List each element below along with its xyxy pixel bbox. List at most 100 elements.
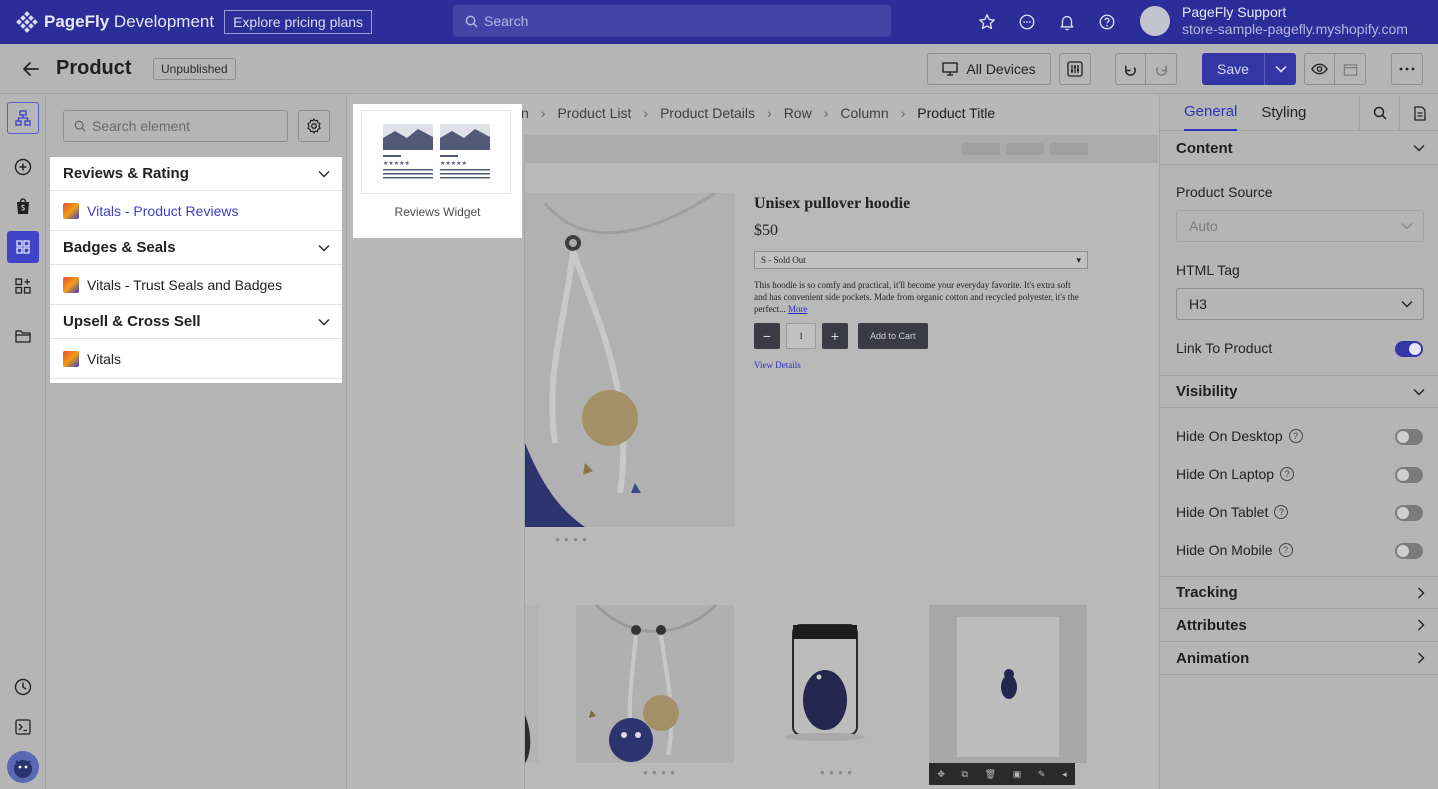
chat-icon[interactable]	[1015, 10, 1039, 34]
save-button[interactable]: Save	[1202, 53, 1265, 85]
product-source-select[interactable]: Auto	[1176, 210, 1424, 242]
star-icon[interactable]	[975, 10, 999, 34]
duplicate-icon[interactable]: ▣	[1013, 769, 1022, 780]
copy-icon[interactable]: ⧉	[962, 769, 968, 780]
settings-sliders-button[interactable]	[1059, 53, 1091, 85]
breadcrumb-item[interactable]: Product List	[557, 105, 631, 121]
product-source-value: Auto	[1189, 218, 1218, 234]
save-options-button[interactable]	[1265, 53, 1296, 85]
rail-shopify-button[interactable]	[7, 190, 39, 222]
rail-apps-button[interactable]	[7, 270, 39, 302]
product-thumb-poster[interactable]	[929, 605, 1087, 763]
more-link[interactable]: More	[788, 304, 808, 314]
product-title[interactable]: Unisex pullover hoodie	[754, 195, 910, 213]
tab-general[interactable]: General	[1184, 95, 1238, 131]
breadcrumb-item[interactable]: Column	[840, 105, 888, 121]
help-icon[interactable]: ?	[1274, 505, 1289, 519]
collapse-icon[interactable]: ◂	[1062, 769, 1067, 780]
help-icon[interactable]: ?	[1288, 429, 1303, 443]
help-icon[interactable]	[1095, 10, 1119, 34]
breadcrumb-item[interactable]: n	[521, 105, 529, 121]
more-horizontal-icon	[1399, 67, 1415, 71]
help-icon[interactable]: ?	[1280, 467, 1295, 481]
qty-minus-button[interactable]: −	[754, 323, 780, 349]
variant-select[interactable]: S - Sold Out ▾	[754, 251, 1088, 269]
undo-icon[interactable]	[1116, 54, 1147, 84]
panel-settings-button[interactable]	[298, 110, 330, 142]
thumb-pagination-dots[interactable]: ● ● ● ●	[820, 768, 853, 777]
product-description[interactable]: This hoodie is so comfy and practical, i…	[754, 279, 1084, 315]
link-to-product-toggle[interactable]	[1395, 341, 1423, 357]
product-thumb-mug[interactable]	[775, 605, 933, 763]
tab-styling[interactable]: Styling	[1261, 95, 1306, 131]
view-details-link[interactable]: View Details	[754, 360, 801, 370]
product-thumb-partial[interactable]	[525, 605, 539, 763]
section-animation[interactable]: Animation	[1160, 642, 1438, 675]
thumb-pagination-dots[interactable]: ● ● ● ●	[643, 768, 676, 777]
grid-icon	[16, 240, 30, 254]
element-vitals-trust-seals[interactable]: Vitals - Trust Seals and Badges	[50, 265, 342, 305]
product-price[interactable]: $50	[754, 222, 778, 240]
search-element-placeholder: Search element	[92, 118, 191, 134]
rail-add-button[interactable]	[7, 151, 39, 183]
chevron-right-icon	[1418, 587, 1425, 598]
page-preview[interactable]: ● ● ● ● Unisex pullover hoodie $50 S - S…	[524, 163, 1158, 789]
explore-pricing-button[interactable]: Explore pricing plans	[224, 10, 373, 34]
breadcrumb-item[interactable]: Product Details	[660, 105, 755, 121]
element-vitals[interactable]: Vitals	[50, 339, 342, 379]
edit-icon[interactable]: ✎	[1038, 769, 1046, 780]
bell-icon[interactable]	[1055, 10, 1079, 34]
hide-mobile-toggle[interactable]	[1395, 543, 1423, 559]
section-tracking[interactable]: Tracking	[1160, 576, 1438, 609]
category-upsell-cross-sell[interactable]: Upsell & Cross Sell	[50, 305, 342, 339]
sitemap-icon	[15, 110, 31, 126]
move-icon[interactable]: ✥	[937, 769, 945, 780]
category-reviews-rating[interactable]: Reviews & Rating	[50, 157, 342, 191]
rail-profile-avatar[interactable]	[7, 751, 39, 783]
qty-input[interactable]: 1	[786, 323, 816, 349]
section-visibility[interactable]: Visibility	[1160, 375, 1438, 408]
breadcrumb-current[interactable]: Product Title	[917, 105, 995, 121]
search-icon[interactable]	[1359, 95, 1399, 131]
chevron-down-icon	[1401, 301, 1413, 308]
section-attributes[interactable]: Attributes	[1160, 609, 1438, 642]
search-element-input[interactable]: Search element	[63, 110, 288, 142]
folder-icon	[15, 330, 31, 343]
image-pagination-dots[interactable]: ● ● ● ●	[555, 535, 588, 544]
hide-desktop-toggle[interactable]	[1395, 429, 1423, 445]
page-toolbar: Product Unpublished All Devices Save	[0, 44, 1438, 94]
monitor-icon	[942, 62, 959, 76]
eye-icon[interactable]	[1305, 54, 1336, 84]
redo-icon[interactable]	[1146, 54, 1176, 84]
add-to-cart-button[interactable]: Add to Cart	[858, 323, 928, 349]
user-store: store-sample-pagefly.myshopify.com	[1182, 21, 1408, 37]
document-icon[interactable]	[1399, 95, 1438, 131]
shopify-bag-icon	[17, 198, 29, 214]
section-content[interactable]: Content	[1160, 132, 1438, 165]
html-tag-select[interactable]: H3	[1176, 288, 1424, 320]
help-icon[interactable]: ?	[1278, 543, 1293, 557]
reviews-widget-card[interactable]: ★★★★★ ★★★★★ Reviews Widget	[353, 104, 522, 238]
all-devices-button[interactable]: All Devices	[927, 53, 1051, 85]
pagefly-logo-icon	[16, 11, 38, 33]
product-thumb-hoodie[interactable]	[576, 605, 734, 763]
delete-icon[interactable]: 🗑	[985, 769, 996, 780]
rail-files-button[interactable]	[7, 320, 39, 352]
element-vitals-product-reviews[interactable]: Vitals - Product Reviews	[50, 191, 342, 231]
breadcrumb-item[interactable]: Row	[784, 105, 812, 121]
rail-elements-button[interactable]	[7, 231, 39, 263]
category-badges-seals[interactable]: Badges & Seals	[50, 231, 342, 265]
pagefly-logo[interactable]: PageFly Development	[16, 11, 214, 33]
more-options-button[interactable]	[1391, 53, 1423, 85]
hide-laptop-toggle[interactable]	[1395, 467, 1423, 483]
publish-icon[interactable]	[1335, 54, 1365, 84]
qty-plus-button[interactable]: +	[822, 323, 848, 349]
rail-history-button[interactable]	[7, 671, 39, 703]
back-arrow-icon[interactable]	[20, 58, 42, 83]
rail-layers-button[interactable]	[7, 102, 39, 134]
global-search-input[interactable]: Search	[453, 5, 891, 37]
user-menu[interactable]: PageFly Support store-sample-pagefly.mys…	[1140, 4, 1408, 38]
rail-code-button[interactable]	[7, 711, 39, 743]
product-main-image[interactable]	[525, 193, 735, 527]
hide-tablet-toggle[interactable]	[1395, 505, 1423, 521]
